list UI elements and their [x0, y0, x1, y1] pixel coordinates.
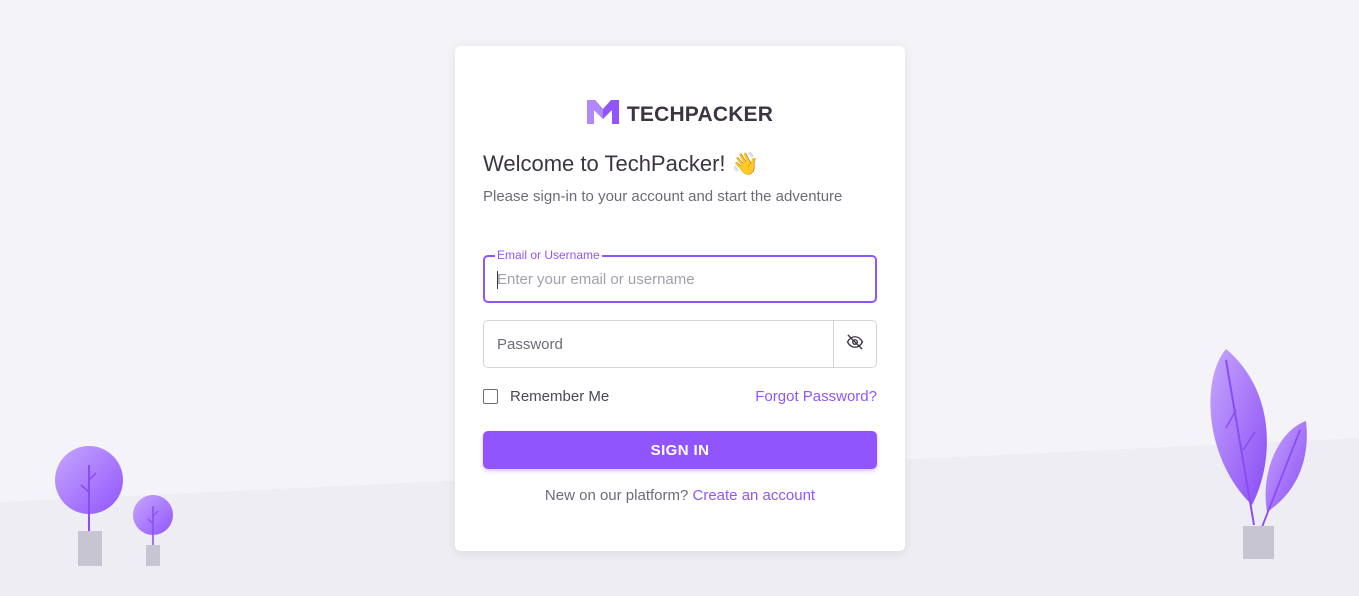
brand: TECHPACKER: [455, 100, 905, 129]
sign-in-button[interactable]: SIGN IN: [483, 431, 877, 469]
eye-off-icon: [846, 333, 864, 356]
signup-prompt-text: New on our platform?: [544, 487, 689, 504]
waving-hand-icon: 👋: [731, 151, 759, 176]
forgot-password-link[interactable]: Forgot Password?: [755, 388, 877, 405]
signup-prompt: New on our platform? Create an account: [455, 487, 905, 504]
remember-me-checkbox[interactable]: [483, 388, 498, 404]
techpacker-m-logo-icon: [586, 100, 619, 129]
login-card: TECHPACKER Welcome to TechPacker! 👋 Plea…: [455, 46, 905, 551]
email-input[interactable]: [497, 257, 857, 301]
welcome-heading: Welcome to TechPacker! 👋: [483, 151, 759, 177]
remember-me-label: Remember Me: [510, 387, 610, 405]
email-field[interactable]: Email or Username: [483, 248, 877, 303]
brand-name: TECHPACKER: [626, 102, 774, 126]
welcome-title: Welcome to TechPacker!: [483, 151, 726, 176]
welcome-subtitle: Please sign-in to your account and start…: [483, 188, 843, 205]
password-visibility-toggle[interactable]: [833, 321, 876, 367]
password-field[interactable]: [483, 320, 877, 368]
remember-row: Remember Me Forgot Password?: [483, 386, 877, 406]
create-account-link[interactable]: Create an account: [693, 487, 816, 504]
password-input[interactable]: [497, 321, 827, 367]
text-cursor: [497, 271, 498, 289]
remember-me[interactable]: Remember Me: [483, 388, 609, 405]
